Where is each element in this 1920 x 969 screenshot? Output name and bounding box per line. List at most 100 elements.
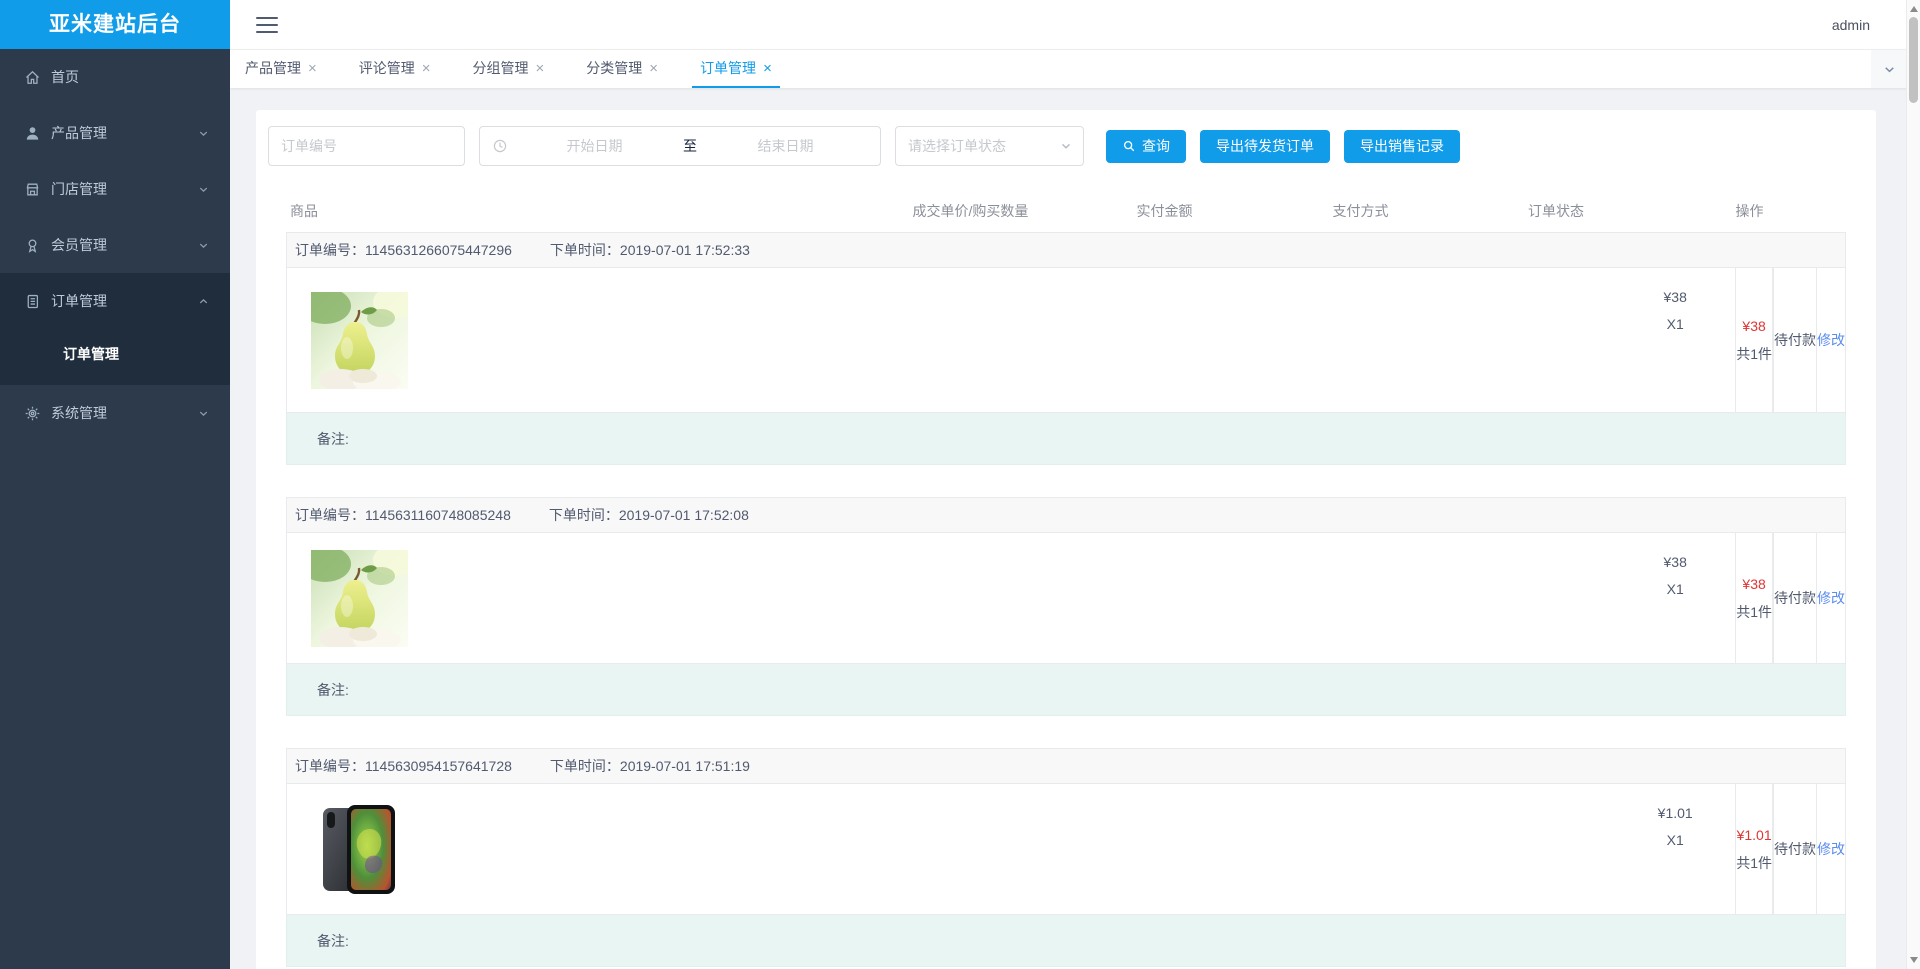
order-group: 订单编号： 1145631266075447296 下单时间： 2019-07-01… (286, 232, 1846, 465)
gear-icon (25, 406, 40, 420)
order-no-label: 订单编号： (295, 242, 365, 258)
remark-label: 备注: (317, 932, 349, 949)
order-time-label: 下单时间： (549, 758, 620, 774)
user-icon (26, 126, 39, 140)
order-time-label: 下单时间： (548, 507, 619, 523)
order-status-select[interactable]: 请选择订单状态 (895, 126, 1084, 166)
order-row: ¥1.01 X1 ¥1.01 共1件 待付款 修改 (286, 784, 1846, 915)
unit-price-block: ¥38 X1 (1643, 290, 1707, 331)
order-time-value: 2019-07-01 17:52:33 (619, 242, 750, 258)
column-header-unit-price: 成交单价/购买数量 (912, 203, 1029, 219)
vertical-scrollbar[interactable] (1906, 0, 1920, 969)
order-no-label: 订单编号： (295, 507, 365, 523)
chevron-down-icon (199, 243, 208, 248)
sidebar-item-members[interactable]: 会员管理 (0, 217, 230, 273)
scrollbar-up-arrow[interactable] (1910, 6, 1918, 12)
sidebar-item-label: 产品管理 (51, 125, 107, 141)
sidebar-item-label: 门店管理 (51, 181, 107, 197)
order-time-value: 2019-07-01 17:51:19 (619, 758, 750, 774)
order-status: 待付款 (1774, 841, 1816, 857)
column-header-actions: 操作 (1735, 203, 1764, 219)
remark-label: 备注: (317, 430, 349, 447)
order-row: ¥38 X1 ¥38 共1件 待付款 修改 (286, 533, 1846, 664)
chevron-down-icon (199, 411, 208, 416)
end-date-input[interactable] (703, 138, 868, 154)
sidebar-subitem-order-management[interactable]: 订单管理 (0, 329, 230, 379)
product-image-pear (311, 549, 408, 647)
order-icon (27, 294, 39, 308)
order-no-input[interactable] (268, 126, 465, 166)
close-icon[interactable]: × (422, 61, 431, 76)
sidebar-item-products[interactable]: 产品管理 (0, 105, 230, 161)
hamburger-menu-icon[interactable] (256, 16, 278, 33)
tab-categories[interactable]: 分类管理 × (578, 50, 666, 88)
search-button[interactable]: 查询 (1106, 129, 1186, 163)
content-area: 至 请选择订单状态 查询 导出待发货订单 导出销售记录 (230, 88, 1920, 969)
paid-amount: ¥38 (1742, 318, 1766, 334)
sidebar-item-orders[interactable]: 订单管理 (0, 273, 230, 329)
start-date-input[interactable] (512, 138, 677, 154)
top-bar: admin (230, 0, 1920, 50)
close-icon[interactable]: × (649, 61, 658, 76)
tab-products[interactable]: 产品管理 × (237, 50, 325, 88)
sidebar-item-label: 会员管理 (51, 237, 107, 253)
product-image-phone (311, 800, 408, 898)
order-group: 订单编号： 1145630954157641728 下单时间： 2019-07-01… (286, 748, 1846, 967)
total-items: 共1件 (1736, 604, 1772, 620)
date-range-picker[interactable]: 至 (479, 126, 881, 166)
edit-order-link[interactable]: 修改 (1817, 330, 1845, 350)
paid-amount-block: ¥38 共1件 (1736, 577, 1772, 619)
sidebar-item-label: 订单管理 (51, 293, 107, 309)
app-logo: 亚米建站后台 (0, 0, 230, 49)
quantity: X1 (1666, 316, 1684, 332)
order-time-value: 2019-07-01 17:52:08 (618, 507, 749, 523)
user-menu[interactable]: admin (1832, 17, 1870, 33)
edit-order-link[interactable]: 修改 (1817, 839, 1845, 859)
tab-label: 产品管理 (245, 60, 301, 76)
chevron-down-icon (1884, 66, 1894, 72)
product-image-pear (311, 291, 408, 389)
order-remark: 备注: (286, 915, 1846, 967)
order-remark: 备注: (286, 664, 1846, 716)
close-icon[interactable]: × (763, 61, 772, 76)
unit-price: ¥38 (1663, 554, 1687, 570)
export-pending-orders-button[interactable]: 导出待发货订单 (1200, 129, 1330, 163)
paid-amount-block: ¥38 共1件 (1736, 319, 1772, 361)
unit-price: ¥1.01 (1657, 805, 1693, 821)
orders-card: 至 请选择订单状态 查询 导出待发货订单 导出销售记录 (256, 110, 1876, 969)
export-sales-records-button[interactable]: 导出销售记录 (1344, 129, 1460, 163)
select-placeholder: 请选择订单状态 (908, 138, 1006, 154)
home-icon (26, 70, 39, 84)
tab-list-dropdown[interactable] (1871, 50, 1907, 88)
unit-price-block: ¥38 X1 (1643, 555, 1707, 596)
tab-groups[interactable]: 分组管理 × (465, 50, 553, 88)
sidebar: 亚米建站后台 首页 产品管理 门店管理 会员管理 订单管理 订单管理 系统管理 (0, 0, 230, 969)
close-icon[interactable]: × (536, 61, 545, 76)
tab-comments[interactable]: 评论管理 × (351, 50, 439, 88)
tab-label: 分组管理 (472, 60, 529, 76)
sidebar-item-stores[interactable]: 门店管理 (0, 161, 230, 217)
order-group-header: 订单编号： 1145631160748085248 下单时间： 2019-07-01… (286, 497, 1846, 533)
column-header-order-status: 订单状态 (1528, 203, 1584, 219)
shop-icon (26, 183, 39, 195)
sidebar-subitem-label: 订单管理 (63, 346, 119, 362)
sidebar-item-system[interactable]: 系统管理 (0, 385, 230, 441)
close-icon[interactable]: × (308, 61, 317, 76)
paid-amount: ¥38 (1742, 576, 1766, 592)
column-header-product: 商品 (290, 203, 318, 219)
date-range-separator: 至 (683, 138, 697, 154)
paid-amount: ¥1.01 (1736, 827, 1772, 843)
order-no-value: 1145630954157641728 (365, 758, 512, 774)
sidebar-item-home[interactable]: 首页 (0, 49, 230, 105)
scrollbar-thumb[interactable] (1909, 17, 1918, 103)
order-remark: 备注: (286, 413, 1846, 465)
tab-bar: 产品管理 × 评论管理 × 分组管理 × 分类管理 × 订单管理 × (230, 50, 1920, 88)
edit-order-link[interactable]: 修改 (1817, 588, 1845, 608)
unit-price: ¥38 (1663, 289, 1687, 305)
member-icon (28, 238, 37, 253)
tab-orders[interactable]: 订单管理 × (692, 50, 780, 88)
column-header-payment-method: 支付方式 (1332, 203, 1389, 219)
quantity: X1 (1666, 581, 1684, 597)
scrollbar-down-arrow[interactable] (1910, 957, 1918, 963)
total-items: 共1件 (1736, 855, 1772, 871)
